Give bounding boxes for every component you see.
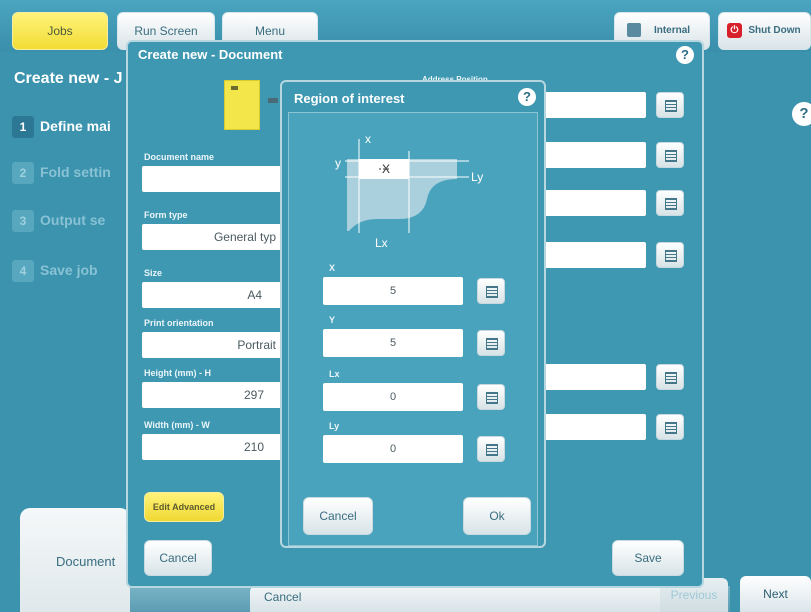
step-fold-settings[interactable]: 2 Fold settin [12,162,111,190]
roi-cancel-button[interactable]: Cancel [303,497,373,535]
keypad-icon[interactable] [656,242,684,268]
keypad-icon[interactable] [656,142,684,168]
print-orientation-label: Print orientation [144,318,214,328]
step-number: 4 [12,260,34,282]
document-tab[interactable]: Document [20,508,130,612]
y-label: y [335,156,341,170]
shut-down-label: Shut Down [748,25,801,36]
dialog-save-button[interactable]: Save [612,540,684,576]
roi-title: Region of interest [294,91,405,106]
power-icon: ⏻ [727,23,742,38]
user-icon [627,23,641,37]
height-input[interactable]: 297 [142,382,282,408]
x-field-label: X [329,263,336,273]
width-label: Width (mm) - W [144,420,210,430]
address-field-3[interactable] [544,190,646,216]
keypad-icon[interactable] [656,414,684,440]
roi-diagram: X x y Ly Lx [335,132,483,250]
ly-field-label: Ly [329,421,340,431]
keypad-icon[interactable] [656,364,684,390]
orientation-icon [268,98,278,103]
ly-input[interactable]: 0 [323,435,463,463]
dialog-title: Create new - Document [138,47,283,62]
shut-down-button[interactable]: ⏻ Shut Down [718,12,811,50]
lx-field-label: Lx [329,369,340,379]
step-label: Fold settin [40,164,111,180]
next-button[interactable]: Next [740,576,811,612]
lx-label: Lx [375,236,388,250]
size-select[interactable]: A4 [142,282,282,308]
print-orientation-select[interactable]: Portrait [142,332,282,358]
width-input[interactable]: 210 [142,434,282,460]
address-field-5[interactable] [544,364,646,390]
keypad-icon[interactable] [656,92,684,118]
form-type-label: Form type [144,210,188,220]
address-field-6[interactable] [544,414,646,440]
step-number: 2 [12,162,34,184]
keypad-icon[interactable] [477,436,505,462]
roi-help-icon[interactable]: ? [518,88,536,106]
address-field-1[interactable] [544,92,646,118]
x-input[interactable]: 5 [323,277,463,305]
ly-label: Ly [471,170,483,184]
step-label: Define mai [40,118,111,134]
size-label: Size [144,268,163,278]
background-cancel-button[interactable]: Cancel [250,584,726,612]
height-label: Height (mm) - H [144,368,211,378]
page-title: Create new - J [14,70,123,87]
keypad-icon[interactable] [656,190,684,216]
document-thumbnail [224,80,260,130]
step-save-job[interactable]: 4 Save job [12,260,98,288]
dialog-cancel-button[interactable]: Cancel [144,540,212,576]
step-label: Save job [40,262,98,278]
jobs-button[interactable]: Jobs [12,12,108,50]
document-tab-label: Document [56,554,116,569]
address-field-2[interactable] [544,142,646,168]
internal-label: Internal [653,25,691,36]
roi-ok-button[interactable]: Ok [463,497,531,535]
keypad-icon[interactable] [477,330,505,356]
document-name-label: Document name [144,152,215,162]
edit-advanced-button[interactable]: Edit Advanced [144,492,224,522]
x-label: x [365,132,371,146]
y-field-label: Y [329,315,336,325]
step-number: 3 [12,210,34,232]
step-output-settings[interactable]: 3 Output se [12,210,105,238]
step-label: Output se [40,212,106,228]
step-define-main[interactable]: 1 Define mai [12,116,111,144]
page-help-icon[interactable]: ? [792,102,811,126]
keypad-icon[interactable] [477,278,505,304]
lx-input[interactable]: 0 [323,383,463,411]
dialog-help-icon[interactable]: ? [676,46,694,64]
y-input[interactable]: 5 [323,329,463,357]
form-type-select[interactable]: General typ [142,224,282,250]
region-of-interest-dialog: Region of interest ? X x y Ly Lx X 5 Y 5… [280,80,546,548]
roi-mark: X [382,162,390,176]
address-field-4[interactable] [544,242,646,268]
keypad-icon[interactable] [477,384,505,410]
document-name-input[interactable] [142,166,282,192]
step-number: 1 [12,116,34,138]
roi-panel: X x y Ly Lx X 5 Y 5 Lx 0 Ly 0 Cancel Ok [288,112,538,546]
